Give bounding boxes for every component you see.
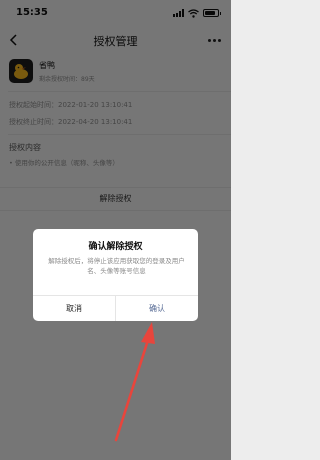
- confirm-button[interactable]: 确认: [116, 296, 198, 321]
- dialog-message: 解除授权后，将停止该应用获取您的登录及用户名、头像等账号信息: [48, 257, 185, 275]
- cancel-button[interactable]: 取消: [33, 296, 116, 321]
- dialog-actions: 取消 确认: [33, 295, 198, 321]
- dialog-title: 确认解除授权: [88, 242, 143, 252]
- confirm-dialog: 确认解除授权 解除授权后，将停止该应用获取您的登录及用户名、头像等账号信息 取消…: [33, 229, 198, 321]
